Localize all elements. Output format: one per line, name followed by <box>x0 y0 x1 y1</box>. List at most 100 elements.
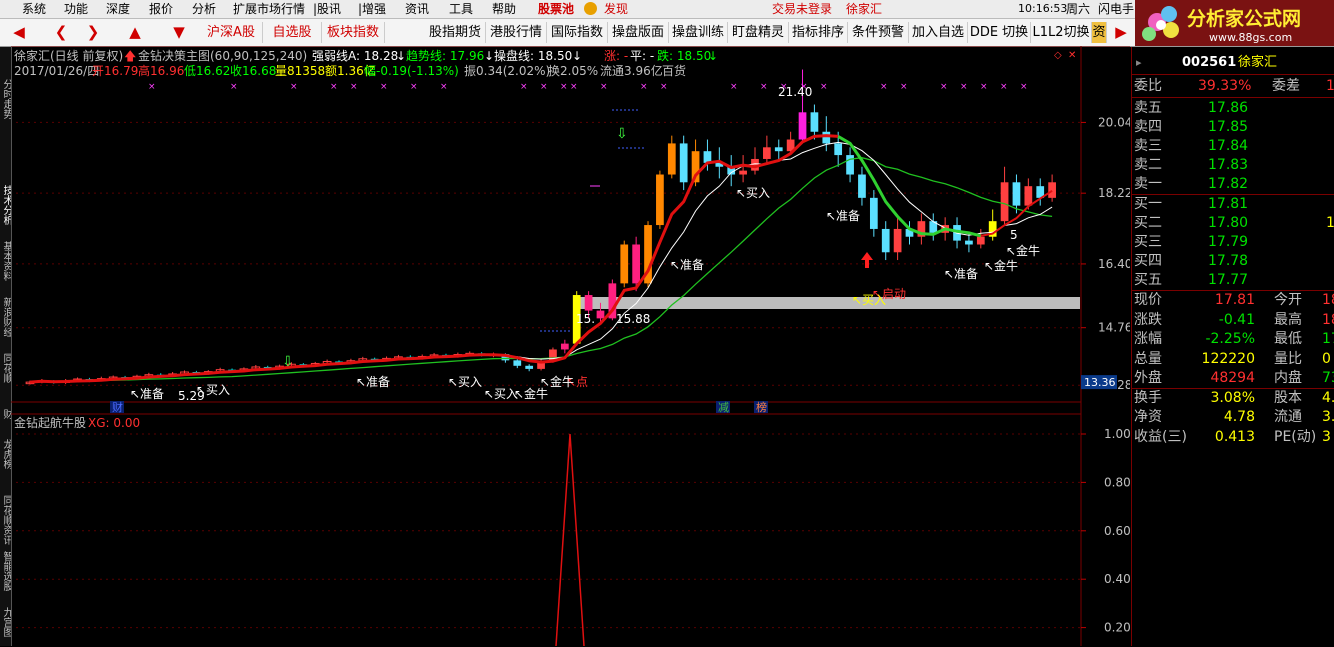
candle-body <box>525 365 534 369</box>
tab-more[interactable]: 资 <box>1092 22 1107 43</box>
forward-arrow-icon[interactable]: ❯ <box>76 22 110 43</box>
stat-value: -2.25% <box>1205 331 1255 347</box>
up-arrow-icon[interactable]: ▲ <box>118 22 152 43</box>
buy-level-price: 17.81 <box>1208 196 1249 212</box>
candle-body <box>976 236 985 245</box>
back-alt-arrow-icon[interactable]: ❮ <box>44 22 78 43</box>
candle-body <box>1024 186 1033 206</box>
sell-level-price: 17.84 <box>1208 138 1249 154</box>
menu-enhance[interactable]: |增强 <box>358 1 386 17</box>
signal-x-marker: × <box>148 82 156 92</box>
buy-level-row[interactable]: 买五 17.77 <box>1132 271 1334 290</box>
candle-body <box>810 112 819 132</box>
candle-body <box>1000 182 1009 222</box>
tab-sector-index[interactable]: 板块指数 <box>322 22 385 43</box>
tab-trading-layout[interactable]: 操盘版面 <box>608 22 669 43</box>
stat-value: -0.41 <box>1218 311 1255 328</box>
current-price-tag: 13.36 <box>1084 376 1116 389</box>
signal-x-marker: × <box>230 82 238 92</box>
trend-line-green <box>29 157 1053 383</box>
candle-body <box>869 197 878 229</box>
candle-body <box>679 143 688 183</box>
menu-info[interactable]: 资讯 <box>405 1 429 17</box>
candle-body <box>893 228 902 253</box>
signal-x-marker: × <box>640 82 648 92</box>
signal-x-marker: × <box>940 82 948 92</box>
signal-x-marker: × <box>290 82 298 92</box>
candle-body <box>739 170 747 175</box>
buy-level-label: 买一 <box>1134 196 1162 212</box>
tab-dde-switch[interactable]: DDE 切换 <box>968 22 1031 43</box>
buy-level-row[interactable]: 买四 17.78 <box>1132 252 1334 271</box>
menu-stock-pool[interactable]: 股票池 <box>538 1 574 17</box>
sell-level-label: 卖二 <box>1134 157 1162 173</box>
stat-row: 换手 3.08% 股本 4.1 <box>1132 389 1334 408</box>
menu-tools[interactable]: 工具 <box>449 1 473 17</box>
menu-quote[interactable]: 报价 <box>149 1 173 17</box>
tab-watchlist[interactable]: 自选股 <box>263 22 322 43</box>
signal-x-marker: × <box>560 82 568 92</box>
stat-row: 收益(三) 0.413 PE(动) 3 <box>1132 428 1334 447</box>
menu-depth[interactable]: 深度 <box>106 1 130 17</box>
signal-x-marker: × <box>900 82 908 92</box>
menu-discover[interactable]: 发现 <box>604 1 628 17</box>
stat-value-2: 73 <box>1322 370 1334 386</box>
menu-help[interactable]: 帮助 <box>492 1 516 17</box>
sell-level-row[interactable]: 卖二 17.83 <box>1132 156 1334 175</box>
signal-label-7: ↖买入 <box>736 186 770 200</box>
tab-add-watchlist[interactable]: 加入自选 <box>909 22 968 43</box>
signal-x-marker: × <box>440 82 448 92</box>
tab-l1l2-switch[interactable]: L1L2切换 <box>1031 22 1092 43</box>
signal-x-marker: × <box>520 82 528 92</box>
toolbar-scroll-right-icon[interactable]: ▶ <box>1108 22 1134 43</box>
tab-trading-training[interactable]: 操盘训练 <box>669 22 728 43</box>
menu-system[interactable]: 系统 <box>22 1 46 17</box>
tab-intl-index[interactable]: 国际指数 <box>547 22 608 43</box>
tab-index-futures[interactable]: 股指期货 <box>425 22 486 43</box>
sell-level-label: 卖一 <box>1134 176 1162 192</box>
down-arrow-icon[interactable]: ▼ <box>162 22 196 43</box>
menu-function[interactable]: 功能 <box>64 1 88 17</box>
signal-label-12: ↖金牛 <box>1006 243 1040 258</box>
lower-axis-label: 0.40 <box>1104 572 1130 586</box>
sell-level-price: 17.85 <box>1208 119 1249 135</box>
buy-level-row[interactable]: 买一 17.81 <box>1132 195 1334 214</box>
stat-row: 总量 122220 量比 0 <box>1132 350 1334 369</box>
tab-condition-alert[interactable]: 条件预警 <box>848 22 909 43</box>
menu-extended-market[interactable]: 扩展市场行情 <box>233 1 305 17</box>
stat-label: 收益(三) <box>1134 428 1187 445</box>
back-arrow-icon[interactable]: ◀ <box>2 22 36 43</box>
flash-trade-button[interactable]: 闪电手 <box>1098 1 1134 17</box>
candle-body <box>846 155 854 175</box>
weibi-row: 委比 39.33% 委差 1 <box>1132 77 1334 96</box>
sell-level-row[interactable]: 卖三 17.84 <box>1132 137 1334 156</box>
signal-x-marker: × <box>1000 82 1008 92</box>
tab-hk-quotes[interactable]: 港股行情 <box>486 22 547 43</box>
stat-row: 净资 4.78 流通 3.9 <box>1132 408 1334 427</box>
buy-level-row[interactable]: 买二 17.80 1 <box>1132 214 1334 233</box>
menu-analysis[interactable]: 分析 <box>192 1 216 17</box>
signal-label-buy-yellow: ↖买入 <box>852 293 886 307</box>
sell-level-row[interactable]: 卖一 17.82 <box>1132 175 1334 194</box>
candle-body <box>632 244 641 284</box>
candle-body <box>798 112 807 140</box>
tab-indicator-sort[interactable]: 指标排序 <box>789 22 848 43</box>
candlestick-chart[interactable]: 20.0418.2216.4014.7613.2813.361.000.800.… <box>0 46 1130 646</box>
menu-stock-news[interactable]: |股讯 <box>313 1 341 17</box>
lower-indicator-title[interactable]: 金钻起航牛股 <box>14 416 86 430</box>
sell-level-row[interactable]: 卖四 17.85 <box>1132 118 1334 137</box>
signal-label-1: ↖准备 <box>130 387 164 401</box>
trade-login-status[interactable]: 交易未登录 <box>772 1 832 17</box>
candle-body <box>596 310 605 319</box>
stat-label: 换手 <box>1134 389 1162 406</box>
buy-level-row[interactable]: 买三 17.79 <box>1132 233 1334 252</box>
sell-level-row[interactable]: 卖五 17.86 <box>1132 99 1334 118</box>
small-label: 5 <box>1010 228 1018 242</box>
stat-label-2: PE(动) <box>1274 428 1317 445</box>
candle-body <box>1012 182 1021 206</box>
signal-label-3: ↖准备 <box>356 375 390 389</box>
tab-watch-wizard[interactable]: 盯盘精灵 <box>728 22 789 43</box>
low-price-label-b: 15. <box>576 312 595 326</box>
tab-shsz-a[interactable]: 沪深A股 <box>200 22 263 43</box>
stat-label-2: 内盘 <box>1274 370 1302 386</box>
